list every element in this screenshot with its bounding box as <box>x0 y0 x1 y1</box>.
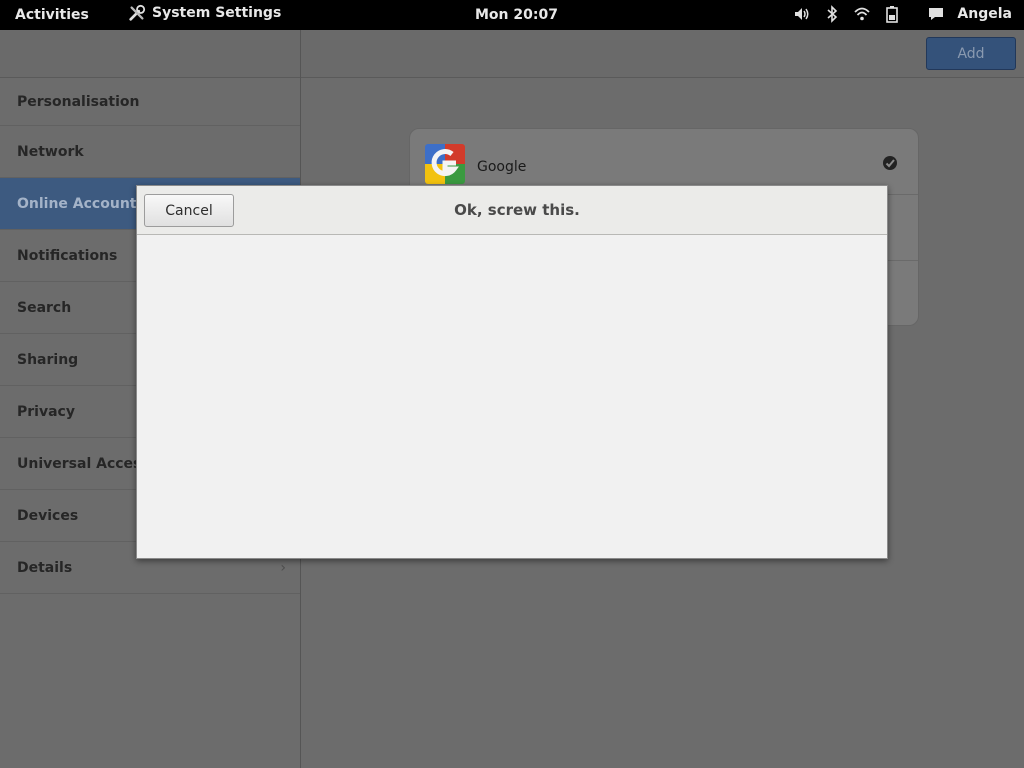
sidebar-item-label: Devices <box>17 507 79 524</box>
sidebar-item-label: Online Accounts <box>17 195 145 212</box>
sidebar-item-label: Details <box>17 559 73 576</box>
account-dialog: Cancel Ok, screw this. <box>136 185 888 559</box>
google-logo-icon <box>425 144 465 184</box>
sidebar-item-label: Personalisation <box>17 93 140 110</box>
settings-tools-icon <box>129 4 146 21</box>
add-account-button[interactable]: Add <box>926 37 1016 70</box>
status-area: Angela <box>793 5 1012 23</box>
dialog-title: Ok, screw this. <box>454 201 580 219</box>
sidebar-item-personalisation[interactable]: Personalisation <box>0 78 300 126</box>
sidebar-item-label: Network <box>17 143 84 160</box>
app-menu[interactable]: System Settings <box>128 4 281 22</box>
chevron-right-icon: › <box>280 560 286 576</box>
sidebar-item-label: Universal Access <box>17 455 150 472</box>
sidebar-item-label: Sharing <box>17 351 79 368</box>
dialog-header: Cancel Ok, screw this. <box>137 186 887 235</box>
activities-button[interactable]: Activities <box>15 7 89 23</box>
sidebar-item-label: Privacy <box>17 403 75 420</box>
clock[interactable]: Mon 20:07 <box>475 7 558 23</box>
bluetooth-icon[interactable] <box>823 5 841 23</box>
sidebar-item-label: Notifications <box>17 247 118 264</box>
chat-icon[interactable] <box>927 5 945 23</box>
app-name: System Settings <box>152 5 282 21</box>
top-bar: Activities System Settings Mon 20:07 Ang… <box>0 0 1024 30</box>
battery-icon[interactable] <box>883 5 901 23</box>
sidebar-item-label: Search <box>17 299 72 316</box>
account-name: Google <box>477 159 527 175</box>
wifi-icon[interactable] <box>853 5 871 23</box>
check-icon <box>883 156 897 170</box>
user-menu[interactable]: Angela <box>957 6 1012 22</box>
sidebar-item-network[interactable]: Network <box>0 126 300 178</box>
volume-icon[interactable] <box>793 5 811 23</box>
header-bar: Add <box>0 30 1024 78</box>
